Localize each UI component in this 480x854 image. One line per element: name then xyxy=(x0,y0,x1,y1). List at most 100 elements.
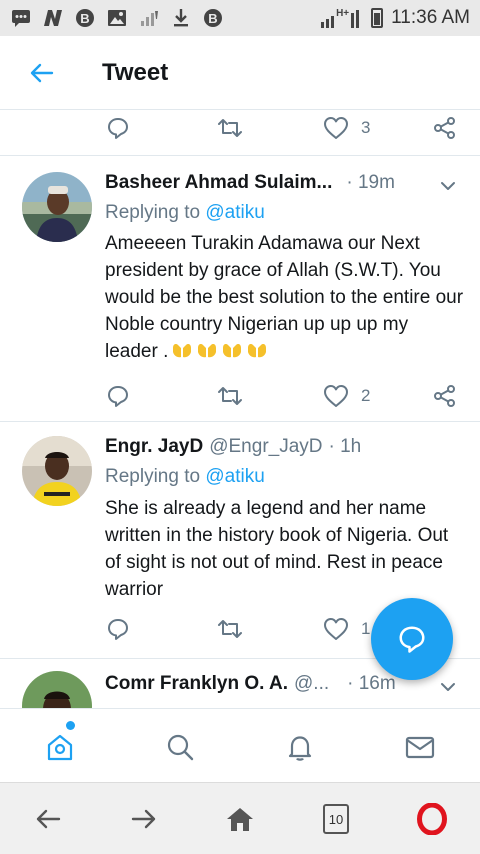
share-icon xyxy=(434,117,455,139)
tweet-text: Ameeeen Turakin Adamawa our Next preside… xyxy=(105,233,464,362)
reply-button[interactable] xyxy=(106,612,130,646)
replying-to-label: Replying to xyxy=(105,202,206,223)
reply-button[interactable] xyxy=(106,379,130,413)
chevron-down-icon[interactable] xyxy=(438,176,458,196)
tweet-actions: 3 xyxy=(0,111,480,145)
tweet[interactable]: Basheer Ahmad Sulaim... · 19m Replying t… xyxy=(0,156,480,421)
mention-link[interactable]: @atiku xyxy=(205,466,264,487)
forward-arrow-icon xyxy=(131,809,156,829)
back-arrow-icon xyxy=(30,63,54,82)
author-handle[interactable]: @Engr_JayD xyxy=(209,436,322,458)
retweet-icon xyxy=(218,387,242,405)
browser-back-button[interactable] xyxy=(28,799,68,839)
author-name[interactable]: Engr. JayD xyxy=(105,436,203,458)
svg-text:B: B xyxy=(80,11,89,26)
clock: 11:36 AM xyxy=(391,7,470,28)
mention-link[interactable]: @atiku xyxy=(205,202,264,223)
tweet-header: Engr. JayD @Engr_JayD · 1h xyxy=(105,436,361,458)
open-hands-emoji-icon xyxy=(198,344,217,358)
n-icon xyxy=(42,8,64,28)
open-hands-emoji-icon xyxy=(223,344,242,358)
app-header: Tweet xyxy=(0,36,480,110)
author-handle[interactable]: @... xyxy=(294,673,329,695)
tweet-time: · 1h xyxy=(328,436,362,457)
like-button[interactable]: 2 xyxy=(323,379,370,413)
download-icon xyxy=(170,8,192,28)
status-bar: B B H+ 11:36 AM xyxy=(0,0,480,36)
like-count: 1 xyxy=(361,619,371,638)
author-name[interactable]: Comr Franklyn O. A. xyxy=(105,673,288,695)
retweet-button[interactable] xyxy=(217,379,243,413)
avatar[interactable] xyxy=(22,671,92,708)
tweet-header: Comr Franklyn O. A. @... · 16m xyxy=(105,673,396,695)
retweet-button[interactable] xyxy=(217,111,243,145)
opera-menu-button[interactable] xyxy=(412,799,452,839)
b-icon: B xyxy=(202,8,224,28)
replying-to: Replying to @atiku xyxy=(105,466,265,488)
retweet-icon xyxy=(218,620,242,638)
tab-messages[interactable] xyxy=(400,727,440,767)
share-button[interactable] xyxy=(433,379,457,413)
messages-icon xyxy=(405,736,435,759)
tweet-body: She is already a legend and her name wri… xyxy=(105,495,465,603)
replying-to-label: Replying to xyxy=(105,466,206,487)
share-button[interactable] xyxy=(433,111,457,145)
search-icon xyxy=(167,734,194,761)
heart-icon xyxy=(324,385,348,407)
chevron-down-icon[interactable] xyxy=(438,677,458,697)
reply-icon xyxy=(108,619,128,640)
hands-emoji-group xyxy=(168,341,268,362)
bottom-tab-bar xyxy=(0,708,480,782)
heart-icon xyxy=(324,618,348,640)
notifications-icon xyxy=(288,736,312,761)
browser-home-button[interactable] xyxy=(220,799,260,839)
like-button[interactable]: 3 xyxy=(323,111,370,145)
compose-reply-button[interactable] xyxy=(371,598,453,680)
replying-to: Replying to @atiku xyxy=(105,202,265,224)
reply-bubble-icon xyxy=(399,626,425,653)
reply-icon xyxy=(108,118,128,139)
page-title: Tweet xyxy=(102,58,169,86)
like-button[interactable]: 1 xyxy=(323,612,370,646)
signal-icon: H+ xyxy=(321,8,360,28)
share-icon xyxy=(434,385,455,407)
like-count: 3 xyxy=(361,118,371,137)
tweet-time: · 19m xyxy=(346,172,395,193)
reply-button[interactable] xyxy=(106,111,130,145)
tweet-actions: 2 xyxy=(0,379,480,413)
avatar[interactable] xyxy=(22,172,92,242)
tab-home[interactable] xyxy=(40,727,80,767)
tweet-text: She is already a legend and her name wri… xyxy=(105,498,449,600)
reply-icon xyxy=(108,386,128,407)
tweet-header: Basheer Ahmad Sulaim... · 19m xyxy=(105,172,395,194)
like-count: 2 xyxy=(361,386,371,405)
tweet-time: · 16m xyxy=(347,673,396,694)
open-hands-emoji-icon xyxy=(248,344,267,358)
author-name[interactable]: Basheer Ahmad Sulaim... xyxy=(105,172,332,194)
tab-search[interactable] xyxy=(160,727,200,767)
open-hands-emoji-icon xyxy=(173,344,192,358)
battery-icon xyxy=(371,8,384,28)
home-icon xyxy=(47,734,73,761)
opera-logo-icon xyxy=(417,803,447,835)
retweet-icon xyxy=(218,119,242,137)
browser-tabs-button[interactable]: 10 xyxy=(316,799,356,839)
sim-signal-icon xyxy=(138,8,160,28)
avatar[interactable] xyxy=(22,436,92,506)
message-icon xyxy=(10,8,32,28)
unread-dot xyxy=(66,721,75,730)
browser-forward-button[interactable] xyxy=(124,799,164,839)
retweet-button[interactable] xyxy=(217,612,243,646)
notification-icons: B B xyxy=(10,8,224,28)
back-button[interactable] xyxy=(22,53,62,93)
network-type-label: H+ xyxy=(336,8,350,19)
tweet-body: Ameeeen Turakin Adamawa our Next preside… xyxy=(105,230,465,365)
browser-nav-bar: 10 xyxy=(0,782,480,854)
b-icon: B xyxy=(74,8,96,28)
tab-count: 10 xyxy=(328,811,344,827)
back-arrow-icon xyxy=(36,809,61,829)
tab-notifications[interactable] xyxy=(280,727,320,767)
home-icon xyxy=(227,808,253,831)
svg-text:B: B xyxy=(208,11,217,26)
tabs-icon: 10 xyxy=(323,804,349,834)
